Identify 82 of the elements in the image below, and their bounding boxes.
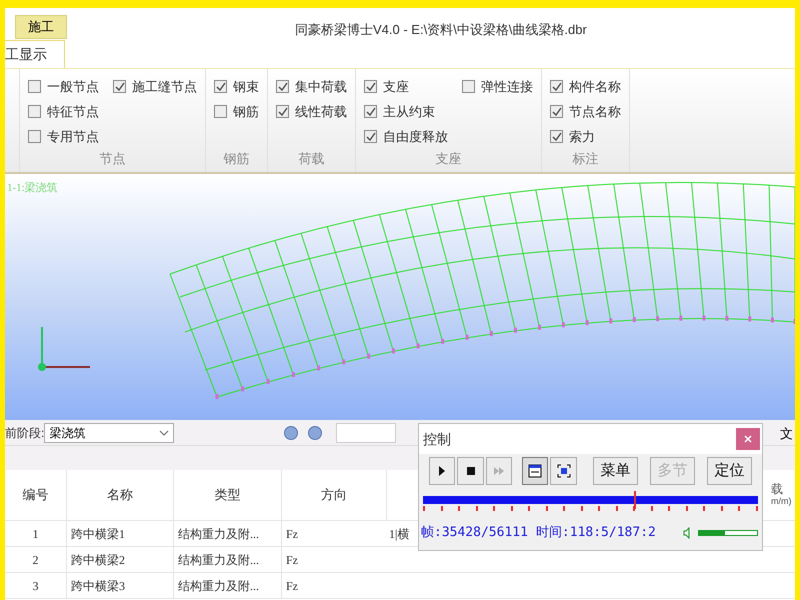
- checkbox-label[interactable]: 线性荷载: [295, 102, 347, 122]
- checkbox[interactable]: [28, 130, 41, 143]
- checkbox-label[interactable]: 专用节点: [47, 126, 99, 146]
- window-title: 同豪桥梁博士V4.0 - E:\资料\中设梁格\曲线梁格.dbr: [295, 21, 587, 39]
- table-cell: 跨中横梁2: [67, 547, 174, 572]
- checkbox[interactable]: [550, 80, 563, 93]
- column-header: 载: [771, 483, 784, 495]
- window-icon: [527, 463, 544, 479]
- unit-label: m/m): [771, 495, 792, 507]
- fullscreen-icon: [556, 463, 572, 479]
- table-cell: 3: [5, 573, 67, 598]
- group-label: 支座: [434, 150, 462, 168]
- checkbox[interactable]: [276, 105, 289, 118]
- play-button[interactable]: [429, 457, 456, 485]
- close-icon: [744, 435, 752, 443]
- window-title: 控制: [423, 430, 451, 448]
- next-button[interactable]: [308, 426, 322, 440]
- progress-slider[interactable]: [423, 491, 758, 509]
- table-cell-text: 1|横: [388, 526, 410, 543]
- tab[interactable]: 施工: [15, 15, 67, 39]
- frame-counter: 帧:35428/56111: [421, 524, 528, 542]
- checkbox-label[interactable]: 主从约束: [383, 102, 435, 122]
- checkbox-label[interactable]: 施工缝节点: [132, 76, 197, 96]
- table-cell: 1: [5, 521, 67, 546]
- checkbox[interactable]: [214, 80, 227, 93]
- checkbox-label[interactable]: 构件名称: [569, 76, 621, 96]
- checkbox[interactable]: [364, 80, 377, 93]
- checkbox-label[interactable]: 一般节点: [47, 76, 99, 96]
- table-cell: 跨中横梁1: [67, 521, 174, 546]
- progress-thumb[interactable]: [634, 491, 636, 509]
- previous-button[interactable]: [284, 426, 298, 440]
- checkbox[interactable]: [276, 80, 289, 93]
- toolbar-text: 文: [780, 425, 793, 443]
- window-view-button[interactable]: [522, 457, 548, 485]
- stage-dropdown[interactable]: 梁浇筑: [44, 422, 174, 442]
- time-counter: 时间:118:5/187:2: [536, 524, 656, 542]
- checkbox-label[interactable]: 支座: [383, 76, 409, 96]
- checkbox-label[interactable]: 钢束: [233, 76, 259, 96]
- checkbox-label[interactable]: 自由度释放: [383, 126, 448, 146]
- checkbox-label[interactable]: 集中荷载: [295, 76, 347, 96]
- input-field[interactable]: [336, 422, 396, 442]
- checkbox[interactable]: [364, 105, 377, 118]
- fullscreen-button[interactable]: [550, 457, 577, 485]
- group-label: 标注: [572, 150, 600, 168]
- column-header: 类型: [174, 470, 282, 520]
- checkbox[interactable]: [550, 105, 563, 118]
- checkbox[interactable]: [462, 80, 475, 93]
- viewport-caption: 1-1:梁浇筑: [7, 180, 58, 196]
- checkbox-label[interactable]: 钢筋: [233, 102, 259, 122]
- table-cell: 结构重力及附...: [174, 521, 282, 546]
- table-cell: 结构重力及附...: [174, 547, 282, 572]
- checkbox-label[interactable]: 节点名称: [569, 102, 621, 122]
- menu-button[interactable]: 定位: [706, 457, 752, 485]
- checkbox[interactable]: [113, 80, 126, 93]
- group-label: 节点: [98, 150, 126, 168]
- group-label: 钢筋: [222, 150, 250, 168]
- checkbox[interactable]: [28, 105, 41, 118]
- chevron-down-icon: [159, 430, 170, 436]
- group-label: 荷载: [298, 150, 326, 168]
- checkbox[interactable]: [214, 105, 227, 118]
- column-header: 方向: [282, 470, 387, 520]
- checkbox[interactable]: [364, 130, 377, 143]
- close-button[interactable]: [736, 428, 760, 450]
- checkbox-label[interactable]: 特征节点: [47, 102, 99, 122]
- column-header: 名称: [67, 470, 174, 520]
- stop-button[interactable]: [457, 457, 484, 485]
- table-cell-text: Fz: [285, 526, 299, 542]
- stage-label: 前阶段:: [5, 424, 44, 442]
- volume-track[interactable]: [698, 530, 758, 536]
- table-cell-text: Fz: [285, 552, 299, 568]
- checkbox[interactable]: [550, 130, 563, 143]
- speaker-icon: [683, 526, 690, 539]
- table-cell: 2: [5, 547, 67, 572]
- table-cell-text: Fz: [285, 578, 299, 594]
- menu-button[interactable]: 菜单: [592, 457, 638, 485]
- checkbox-label[interactable]: 弹性连接: [481, 76, 533, 96]
- checkbox[interactable]: [28, 80, 41, 93]
- tab[interactable]: 工显示: [5, 40, 65, 68]
- checkbox-label[interactable]: 索力: [569, 126, 595, 146]
- table-cell: 结构重力及附...: [174, 573, 282, 598]
- table-cell: 跨中横梁3: [67, 573, 174, 598]
- column-header: 编号: [5, 470, 67, 520]
